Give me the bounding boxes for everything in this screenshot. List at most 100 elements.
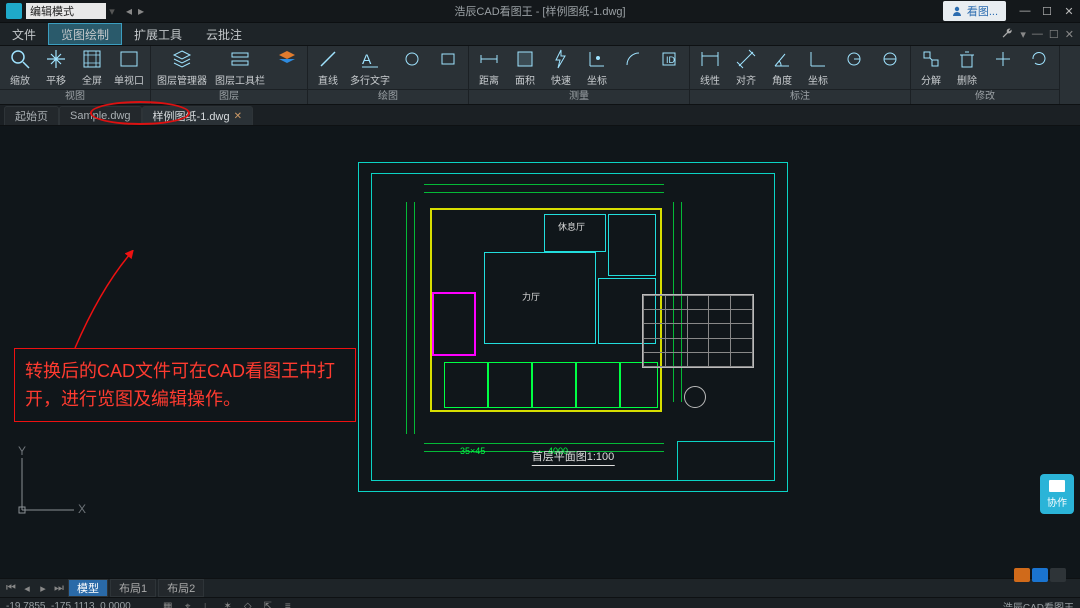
tool-linear[interactable]: 线性	[696, 48, 724, 87]
qat-next-icon[interactable]: ▸	[138, 4, 144, 18]
ribbon: 缩放 平移 全屏 单视口 视图 图层管理器 图层工具栏 图层 直线 A多行文字 …	[0, 46, 1080, 105]
tool-measure-extra1[interactable]	[619, 48, 647, 70]
menubar-minimize-icon[interactable]: —	[1032, 28, 1043, 40]
menu-view-edit[interactable]: 览图绘制	[48, 23, 122, 45]
tool-draw-extra1[interactable]	[398, 48, 426, 70]
app-icon	[6, 3, 22, 19]
tool-annotate-extra2[interactable]	[876, 48, 904, 70]
tool-modify-extra1[interactable]	[989, 48, 1017, 70]
tab-close-icon[interactable]: ✕	[234, 111, 242, 122]
tab-start[interactable]: 起始页	[4, 106, 59, 125]
menubar-dropdown-icon[interactable]: ▾	[1020, 28, 1026, 41]
tab-model[interactable]: 模型	[68, 579, 108, 597]
drawing-frame-inner: 休息厅 力厅 4000 35×45 首层平面图1:100	[371, 173, 775, 481]
minimize-button[interactable]: —	[1014, 0, 1036, 22]
menu-cloud[interactable]: 云批注	[194, 23, 254, 45]
line-icon	[317, 48, 339, 70]
maximize-button[interactable]: ☐	[1036, 0, 1058, 22]
layout-first-icon[interactable]: ⏮	[4, 581, 18, 595]
room	[608, 214, 656, 276]
room	[444, 362, 488, 408]
layout-next-icon[interactable]: ▸	[36, 581, 50, 595]
tool-layer-toolbar[interactable]: 图层工具栏	[215, 48, 265, 87]
tool-layer-manager[interactable]: 图层管理器	[157, 48, 207, 87]
osnap-toggle-icon[interactable]: ◇	[241, 599, 255, 608]
user-badge[interactable]: 看图...	[943, 1, 1006, 21]
polar-toggle-icon[interactable]: ✶	[221, 599, 235, 608]
mode-label: 编辑模式	[30, 3, 74, 19]
status-bar: -19.7855, -175.1113, 0.0000 ▦ ⌖ ∟ ✶ ◇ ⇱ …	[0, 597, 1080, 608]
lineweight-toggle-icon[interactable]: ≡	[281, 599, 295, 608]
tab-active-drawing[interactable]: 样例图纸-1.dwg✕	[142, 106, 253, 125]
tool-modify-extra2[interactable]	[1025, 48, 1053, 70]
menu-ext-tools[interactable]: 扩展工具	[122, 23, 194, 45]
linear-dim-icon	[699, 48, 721, 70]
tool-viewport[interactable]: 单视口	[114, 48, 144, 87]
status-tray	[1014, 568, 1066, 582]
quick-icon	[550, 48, 572, 70]
move-icon	[992, 48, 1014, 70]
settings-icon[interactable]	[1000, 27, 1014, 41]
drawing-canvas[interactable]: 转换后的CAD文件可在CAD看图王中打开，进行览图及编辑操作。	[0, 126, 1080, 578]
tray-btn-1[interactable]	[1014, 568, 1030, 582]
menubar-close-icon[interactable]: ✕	[1065, 28, 1074, 41]
tool-measure-extra2[interactable]: ID	[655, 48, 683, 70]
tool-zoom[interactable]: 缩放	[6, 48, 34, 87]
tool-angle[interactable]: 角度	[768, 48, 796, 87]
layer-swatch-icon	[276, 48, 298, 70]
mode-dropdown[interactable]: 编辑模式	[26, 3, 106, 19]
snap-toggle-icon[interactable]: ⌖	[181, 599, 195, 608]
tool-line[interactable]: 直线	[314, 48, 342, 87]
otrack-toggle-icon[interactable]: ⇱	[261, 599, 275, 608]
tool-pan[interactable]: 平移	[42, 48, 70, 87]
tab-layout1[interactable]: 布局1	[110, 579, 156, 597]
ucs-icon: Y X	[14, 450, 84, 520]
circle-icon	[401, 48, 423, 70]
menu-file[interactable]: 文件	[0, 23, 48, 45]
qat-prev-icon[interactable]: ◂	[126, 4, 132, 18]
tool-draw-extra2[interactable]	[434, 48, 462, 70]
ribbon-group-annotate: 线性 对齐 角度 坐标 标注	[690, 46, 911, 104]
coord-icon	[586, 48, 608, 70]
north-arrow	[684, 386, 706, 408]
tool-coord2[interactable]: 坐标	[804, 48, 832, 87]
tool-align[interactable]: 对齐	[732, 48, 760, 87]
dim-label: 35×45	[460, 446, 485, 456]
close-button[interactable]: ✕	[1058, 0, 1080, 22]
distance-icon	[478, 48, 500, 70]
tray-btn-3[interactable]	[1050, 568, 1066, 582]
angle-dim-icon	[771, 48, 793, 70]
tool-area[interactable]: 面积	[511, 48, 539, 87]
identify-icon: ID	[658, 48, 680, 70]
grid-toggle-icon[interactable]: ▦	[161, 599, 175, 608]
coord-dim-icon	[807, 48, 829, 70]
tool-layer-extra[interactable]	[273, 48, 301, 83]
brand-label: 浩辰CAD看图王	[1003, 599, 1074, 608]
zoom-icon	[9, 48, 31, 70]
svg-text:ID: ID	[666, 55, 676, 65]
tray-btn-2[interactable]	[1032, 568, 1048, 582]
mode-dropdown-arrow[interactable]: ▾	[106, 5, 118, 18]
delete-icon	[956, 48, 978, 70]
room	[532, 362, 576, 408]
menu-bar: 文件 览图绘制 扩展工具 云批注 ▾ — ☐ ✕	[0, 23, 1080, 46]
tool-explode[interactable]: 分解	[917, 48, 945, 87]
tab-sample[interactable]: Sample.dwg	[59, 106, 142, 125]
collaborate-button[interactable]: 协作	[1040, 474, 1074, 514]
ortho-toggle-icon[interactable]: ∟	[201, 599, 215, 608]
rect-icon	[437, 48, 459, 70]
tool-coord[interactable]: 坐标	[583, 48, 611, 87]
layout-last-icon[interactable]: ⏭	[52, 581, 66, 595]
tool-fullscreen[interactable]: 全屏	[78, 48, 106, 87]
tab-layout2[interactable]: 布局2	[158, 579, 204, 597]
tool-distance[interactable]: 距离	[475, 48, 503, 87]
tool-quick[interactable]: 快速	[547, 48, 575, 87]
tool-annotate-extra1[interactable]	[840, 48, 868, 70]
tool-delete[interactable]: 删除	[953, 48, 981, 87]
layout-prev-icon[interactable]: ◂	[20, 581, 34, 595]
tool-mtext[interactable]: A多行文字	[350, 48, 390, 87]
fullscreen-icon	[81, 48, 103, 70]
quick-access-toolbar: ◂ ▸	[126, 4, 144, 18]
menubar-restore-icon[interactable]: ☐	[1049, 28, 1059, 41]
schedule-table	[642, 294, 754, 368]
